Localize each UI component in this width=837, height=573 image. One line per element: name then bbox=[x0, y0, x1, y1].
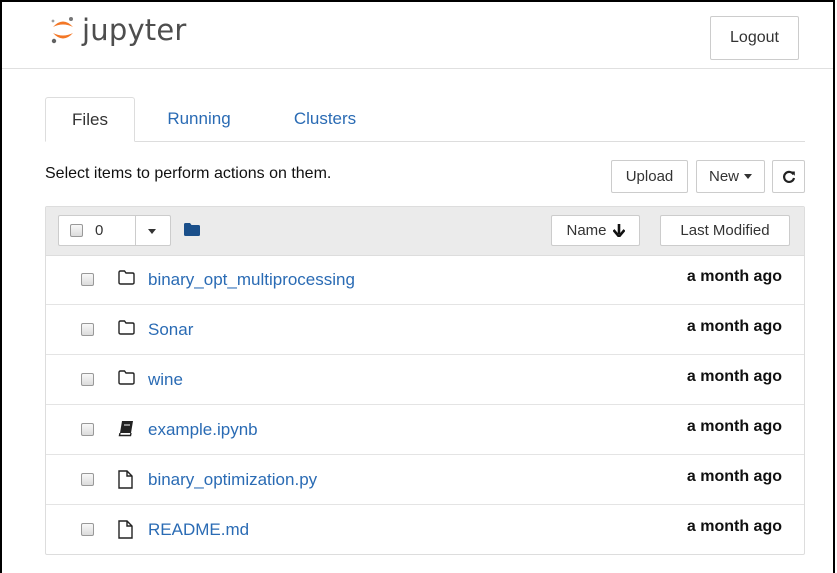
refresh-icon bbox=[782, 170, 795, 183]
file-name-link[interactable]: Sonar bbox=[148, 320, 193, 340]
arrow-down-icon bbox=[612, 224, 625, 237]
file-row[interactable]: binary_optimization.py a month ago bbox=[46, 455, 804, 505]
row-checkbox[interactable] bbox=[81, 273, 94, 286]
file-row[interactable]: wine a month ago bbox=[46, 355, 804, 405]
row-checkbox[interactable] bbox=[81, 423, 94, 436]
folder-icon bbox=[118, 320, 135, 340]
row-checkbox[interactable] bbox=[81, 323, 94, 336]
file-name-link[interactable]: binary_optimization.py bbox=[148, 470, 317, 490]
sort-name-label: Name bbox=[566, 222, 607, 239]
select-divider bbox=[135, 216, 136, 245]
selection-hint: Select items to perform actions on them. bbox=[45, 165, 332, 182]
file-modified: a month ago bbox=[686, 468, 782, 485]
file-modified: a month ago bbox=[686, 368, 782, 385]
file-list-header: 0 Name Last Modified bbox=[46, 207, 804, 256]
upload-button[interactable]: Upload bbox=[611, 160, 688, 193]
header-bar: jupyter Logout bbox=[2, 2, 833, 69]
file-name-link[interactable]: binary_opt_multiprocessing bbox=[148, 270, 355, 290]
logout-button[interactable]: Logout bbox=[710, 16, 799, 60]
file-name-link[interactable]: example.ipynb bbox=[148, 420, 258, 440]
file-icon bbox=[118, 520, 133, 544]
file-modified: a month ago bbox=[686, 418, 782, 435]
file-modified: a month ago bbox=[686, 268, 782, 285]
select-all-group[interactable]: 0 bbox=[58, 215, 171, 246]
selected-count: 0 bbox=[95, 222, 104, 239]
new-dropdown-button[interactable]: New bbox=[696, 160, 765, 193]
jupyter-logo-icon bbox=[51, 17, 73, 44]
caret-down-icon bbox=[744, 174, 752, 179]
logo-text: jupyter bbox=[82, 13, 187, 47]
folder-icon bbox=[118, 270, 135, 290]
row-checkbox[interactable] bbox=[81, 373, 94, 386]
select-menu-caret-icon[interactable] bbox=[148, 229, 156, 234]
file-row[interactable]: binary_opt_multiprocessing a month ago bbox=[46, 255, 804, 305]
sort-by-name-button[interactable]: Name bbox=[551, 215, 640, 246]
file-row[interactable]: example.ipynb a month ago bbox=[46, 405, 804, 455]
file-modified: a month ago bbox=[686, 518, 782, 535]
file-name-link[interactable]: wine bbox=[148, 370, 183, 390]
tab-files[interactable]: Files bbox=[45, 97, 135, 142]
row-checkbox[interactable] bbox=[81, 523, 94, 536]
tab-running[interactable]: Running bbox=[153, 97, 245, 141]
sort-by-last-modified-button[interactable]: Last Modified bbox=[660, 215, 790, 246]
select-all-checkbox[interactable] bbox=[70, 224, 83, 237]
jupyter-logo[interactable]: jupyter bbox=[50, 14, 187, 46]
folder-icon bbox=[118, 370, 135, 390]
file-row[interactable]: README.md a month ago bbox=[46, 505, 804, 555]
notebook-icon bbox=[118, 420, 135, 442]
tab-bar: Files Running Clusters bbox=[45, 97, 805, 142]
file-name-link[interactable]: README.md bbox=[148, 520, 249, 540]
refresh-button[interactable] bbox=[772, 160, 805, 193]
tab-clusters[interactable]: Clusters bbox=[275, 97, 375, 141]
file-row[interactable]: Sonar a month ago bbox=[46, 305, 804, 355]
file-list: 0 Name Last Modified binary_opt_multipro… bbox=[45, 206, 805, 555]
file-modified: a month ago bbox=[686, 318, 782, 335]
folder-filled-icon[interactable] bbox=[184, 223, 200, 236]
new-label: New bbox=[708, 168, 739, 185]
file-icon bbox=[118, 470, 133, 494]
row-checkbox[interactable] bbox=[81, 473, 94, 486]
